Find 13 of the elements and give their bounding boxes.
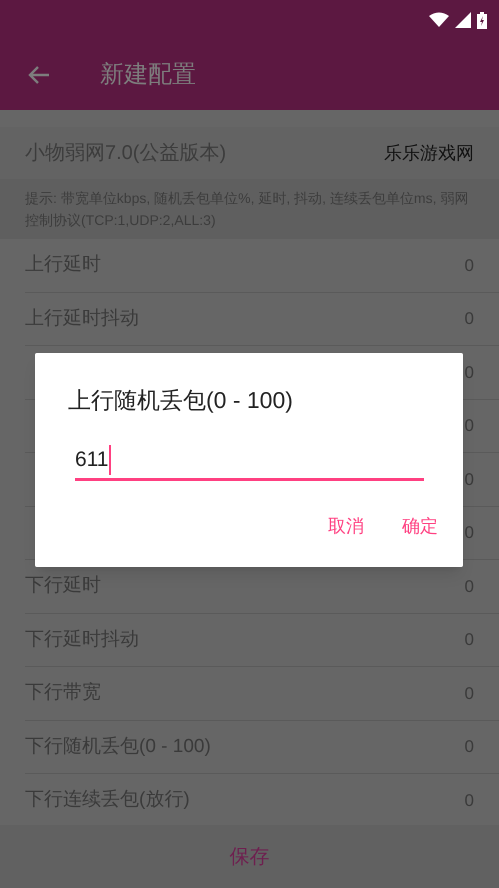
dialog-button[interactable]: 确定 bbox=[402, 513, 438, 540]
battery-icon bbox=[477, 12, 487, 28]
dialog-title: 上行随机丢包(0 - 100) bbox=[68, 386, 293, 415]
save-button[interactable]: 保存 bbox=[218, 836, 282, 878]
site-name: 乐乐游戏网 bbox=[384, 142, 474, 164]
signal-icon bbox=[455, 12, 471, 28]
wifi-icon bbox=[429, 12, 449, 28]
input-value: 611 bbox=[75, 446, 108, 473]
screen-title: 新建配置 bbox=[100, 60, 196, 90]
input-field[interactable]: 611 bbox=[75, 441, 424, 481]
dialog-button[interactable]: 取消 bbox=[328, 513, 364, 540]
text-cursor bbox=[109, 444, 112, 474]
back-arrow-icon[interactable] bbox=[28, 66, 50, 84]
